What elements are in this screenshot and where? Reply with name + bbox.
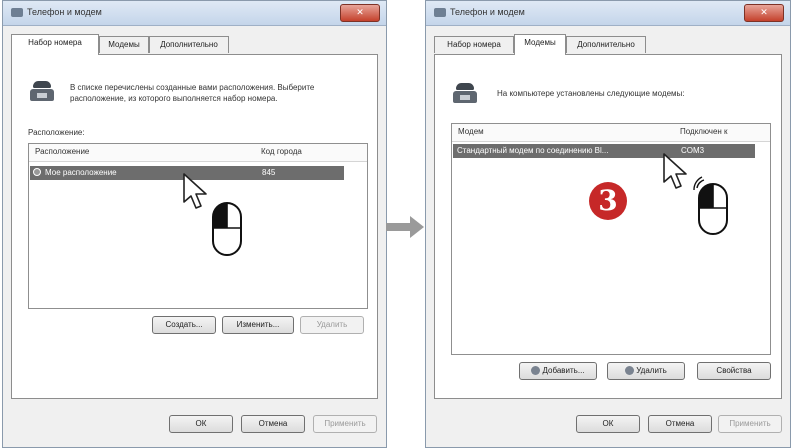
tab-advanced[interactable]: Дополнительно bbox=[566, 36, 646, 53]
phone-icon bbox=[30, 81, 54, 101]
location-area-code: 845 bbox=[262, 168, 276, 177]
location-name: Мое расположение bbox=[45, 168, 117, 177]
locations-description: В списке перечислены созданные вами расп… bbox=[70, 83, 315, 103]
delete-location-button[interactable]: Удалить bbox=[300, 316, 364, 334]
default-location-radio[interactable] bbox=[33, 168, 41, 176]
arrow-right-icon bbox=[386, 223, 412, 231]
pointer-cursor-icon bbox=[663, 153, 687, 189]
list-header: Модем Подключен к bbox=[452, 124, 770, 142]
modems-list[interactable]: Модем Подключен к Стандартный модем по с… bbox=[451, 123, 771, 355]
cancel-button[interactable]: Отмена bbox=[241, 415, 305, 433]
title-bar: Телефон и модем ✕ bbox=[3, 1, 386, 26]
cancel-button[interactable]: Отмена bbox=[648, 415, 712, 433]
phone-icon bbox=[453, 83, 477, 103]
tab-modems[interactable]: Модемы bbox=[99, 36, 149, 53]
window-title: Телефон и модем bbox=[450, 7, 525, 17]
mouse-left-click-icon bbox=[693, 176, 728, 235]
remove-modem-button[interactable]: Удалить bbox=[607, 362, 685, 380]
column-location[interactable]: Расположение bbox=[35, 147, 89, 156]
tab-dialing-rules[interactable]: Набор номера bbox=[434, 36, 514, 53]
edit-location-button[interactable]: Изменить... bbox=[222, 316, 294, 334]
step-number-badge: 3 bbox=[589, 182, 627, 220]
list-header: Расположение Код города bbox=[29, 144, 367, 162]
close-button[interactable]: ✕ bbox=[744, 4, 784, 22]
arrow-right-head-icon bbox=[410, 216, 424, 238]
mouse-left-click-icon bbox=[212, 202, 242, 256]
column-area-code[interactable]: Код города bbox=[261, 147, 302, 156]
create-location-button[interactable]: Создать... bbox=[152, 316, 216, 334]
ok-button[interactable]: ОК bbox=[169, 415, 233, 433]
tab-modems[interactable]: Модемы bbox=[514, 34, 566, 55]
phone-modem-dialog-modems: Телефон и модем ✕ Набор номера Модемы До… bbox=[425, 0, 791, 448]
window-title: Телефон и модем bbox=[27, 7, 102, 17]
column-modem[interactable]: Модем bbox=[458, 127, 484, 136]
tab-panel: В списке перечислены созданные вами расп… bbox=[11, 54, 378, 399]
phone-modem-dialog-locations: Телефон и модем ✕ Набор номера Модемы До… bbox=[2, 0, 387, 448]
apply-button[interactable]: Применить bbox=[718, 415, 782, 433]
phone-modem-icon bbox=[434, 8, 446, 17]
title-bar: Телефон и модем ✕ bbox=[426, 1, 790, 26]
remove-modem-label: Удалить bbox=[636, 366, 667, 375]
locations-group-label: Расположение: bbox=[28, 128, 85, 137]
shield-icon bbox=[625, 366, 635, 376]
apply-button[interactable]: Применить bbox=[313, 415, 377, 433]
add-modem-label: Добавить... bbox=[542, 366, 585, 375]
shield-icon bbox=[531, 366, 541, 376]
phone-modem-icon bbox=[11, 8, 23, 17]
column-attached-to[interactable]: Подключен к bbox=[680, 127, 728, 136]
locations-list[interactable]: Расположение Код города Мое расположение… bbox=[28, 143, 368, 309]
modem-properties-button[interactable]: Свойства bbox=[697, 362, 771, 380]
pointer-cursor-icon bbox=[183, 173, 207, 209]
tab-dialing-rules[interactable]: Набор номера bbox=[11, 34, 99, 55]
modem-name: Стандартный модем по соединению Bl... bbox=[457, 146, 609, 155]
tab-advanced[interactable]: Дополнительно bbox=[149, 36, 229, 53]
ok-button[interactable]: ОК bbox=[576, 415, 640, 433]
modems-description: На компьютере установлены следующие моде… bbox=[497, 89, 685, 98]
add-modem-button[interactable]: Добавить... bbox=[519, 362, 597, 380]
close-button[interactable]: ✕ bbox=[340, 4, 380, 22]
list-item[interactable]: Стандартный модем по соединению Bl... CO… bbox=[453, 144, 755, 158]
